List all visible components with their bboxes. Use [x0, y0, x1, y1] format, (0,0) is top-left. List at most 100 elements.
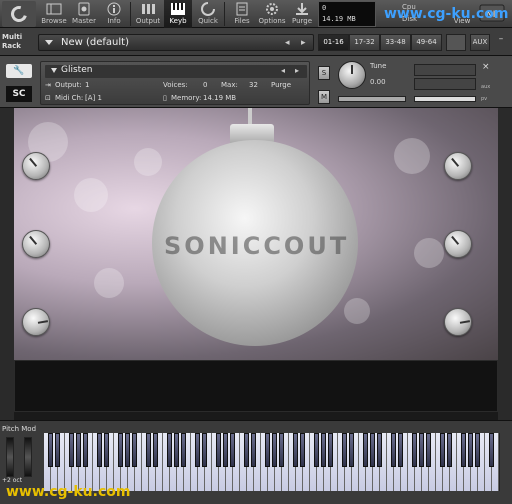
- tab-33-48[interactable]: 33-48: [380, 34, 411, 51]
- black-key[interactable]: [342, 433, 347, 467]
- master-button[interactable]: Master: [70, 0, 98, 28]
- preset-selector[interactable]: New (default) ◂ ▸: [38, 34, 314, 51]
- chevron-down-icon[interactable]: [51, 68, 57, 73]
- black-key[interactable]: [76, 433, 81, 467]
- solo-button[interactable]: S: [318, 66, 330, 80]
- instrument-name-bar[interactable]: Glisten ◂ ▸: [45, 65, 307, 78]
- left-knob-1[interactable]: [22, 152, 50, 180]
- black-key[interactable]: [468, 433, 473, 467]
- black-key[interactable]: [293, 433, 298, 467]
- black-key[interactable]: [153, 433, 158, 467]
- black-key[interactable]: [370, 433, 375, 467]
- preset-next-icon[interactable]: ▸: [301, 38, 306, 48]
- instrument-row-1: ⇥ Output: 1 Voices: 0 Max: 32 Purge: [45, 80, 307, 90]
- tab-01-16[interactable]: 01-16: [318, 34, 349, 51]
- wrench-icon[interactable]: 🔧: [6, 64, 32, 78]
- black-key[interactable]: [244, 433, 249, 467]
- memory-icon: ▯: [163, 94, 167, 102]
- black-key[interactable]: [300, 433, 305, 467]
- mute-button[interactable]: M: [318, 90, 330, 104]
- black-key[interactable]: [104, 433, 109, 467]
- black-key[interactable]: [279, 433, 284, 467]
- purge-menu[interactable]: Purge: [271, 80, 291, 90]
- output-routing-icon[interactable]: [446, 34, 466, 51]
- tab-17-32[interactable]: 17-32: [349, 34, 380, 51]
- black-key[interactable]: [146, 433, 151, 467]
- output-field-value[interactable]: 1: [85, 80, 89, 90]
- aux-button[interactable]: AUX: [470, 34, 490, 51]
- black-key[interactable]: [83, 433, 88, 467]
- black-key[interactable]: [181, 433, 186, 467]
- chevron-down-icon[interactable]: [45, 40, 53, 45]
- pitch-wheel[interactable]: [6, 437, 14, 477]
- memory-meter-value: 14.19 MB: [322, 15, 356, 23]
- left-knob-3[interactable]: [22, 308, 50, 336]
- black-key[interactable]: [426, 433, 431, 467]
- purge-button[interactable]: Purge: [288, 0, 316, 28]
- black-key[interactable]: [321, 433, 326, 467]
- black-key[interactable]: [398, 433, 403, 467]
- output-button[interactable]: Output: [134, 0, 162, 28]
- black-key[interactable]: [461, 433, 466, 467]
- piano-keys[interactable]: [44, 433, 500, 491]
- close-icon[interactable]: ×: [482, 62, 490, 72]
- midi-value[interactable]: [A] 1: [85, 93, 102, 103]
- watermark-top: www.cg-ku.com: [384, 6, 509, 22]
- right-knob-2[interactable]: [444, 230, 472, 258]
- right-knob-1[interactable]: [444, 152, 472, 180]
- black-key[interactable]: [349, 433, 354, 467]
- tune-knob[interactable]: [338, 61, 366, 89]
- preset-prev-icon[interactable]: ◂: [285, 38, 290, 48]
- black-key[interactable]: [377, 433, 382, 467]
- black-key[interactable]: [265, 433, 270, 467]
- black-key[interactable]: [419, 433, 424, 467]
- max-value[interactable]: 32: [249, 80, 258, 90]
- right-knob-3[interactable]: [444, 308, 472, 336]
- black-key[interactable]: [48, 433, 53, 467]
- black-key[interactable]: [174, 433, 179, 467]
- collapse-button[interactable]: –: [494, 34, 508, 51]
- black-key[interactable]: [412, 433, 417, 467]
- browse-button[interactable]: Browse: [40, 0, 68, 28]
- black-key[interactable]: [328, 433, 333, 467]
- quick-button[interactable]: Quick: [194, 0, 222, 28]
- black-key[interactable]: [202, 433, 207, 467]
- kontakt-logo[interactable]: [2, 1, 36, 27]
- black-key[interactable]: [132, 433, 137, 467]
- black-key[interactable]: [167, 433, 172, 467]
- left-knob-2[interactable]: [22, 230, 50, 258]
- output-label: Output: [135, 17, 161, 25]
- black-key[interactable]: [195, 433, 200, 467]
- black-key[interactable]: [475, 433, 480, 467]
- black-key[interactable]: [447, 433, 452, 467]
- volume-slider[interactable]: [414, 96, 476, 102]
- black-key[interactable]: [272, 433, 277, 467]
- pv-side-label[interactable]: pv: [481, 96, 487, 102]
- black-key[interactable]: [125, 433, 130, 467]
- files-button[interactable]: Files: [228, 0, 256, 28]
- black-key[interactable]: [363, 433, 368, 467]
- aux-side-label[interactable]: aux: [481, 84, 490, 90]
- tab-49-64[interactable]: 49-64: [411, 34, 442, 51]
- black-key[interactable]: [251, 433, 256, 467]
- info-button[interactable]: Info: [100, 0, 128, 28]
- black-key[interactable]: [55, 433, 60, 467]
- black-key[interactable]: [216, 433, 221, 467]
- keyboard-button[interactable]: Keyb: [164, 0, 192, 28]
- octave-shift-label[interactable]: +2 oct: [2, 477, 22, 484]
- pan-slider[interactable]: [338, 96, 406, 102]
- black-key[interactable]: [69, 433, 74, 467]
- mod-wheel[interactable]: [24, 437, 32, 477]
- black-key[interactable]: [314, 433, 319, 467]
- instrument-prev-icon[interactable]: ◂: [281, 66, 285, 75]
- instrument-next-icon[interactable]: ▸: [295, 66, 299, 75]
- black-key[interactable]: [118, 433, 123, 467]
- options-button[interactable]: Options: [258, 0, 286, 28]
- bokeh-light: [344, 298, 370, 324]
- black-key[interactable]: [223, 433, 228, 467]
- black-key[interactable]: [440, 433, 445, 467]
- black-key[interactable]: [489, 433, 494, 467]
- black-key[interactable]: [391, 433, 396, 467]
- black-key[interactable]: [230, 433, 235, 467]
- black-key[interactable]: [97, 433, 102, 467]
